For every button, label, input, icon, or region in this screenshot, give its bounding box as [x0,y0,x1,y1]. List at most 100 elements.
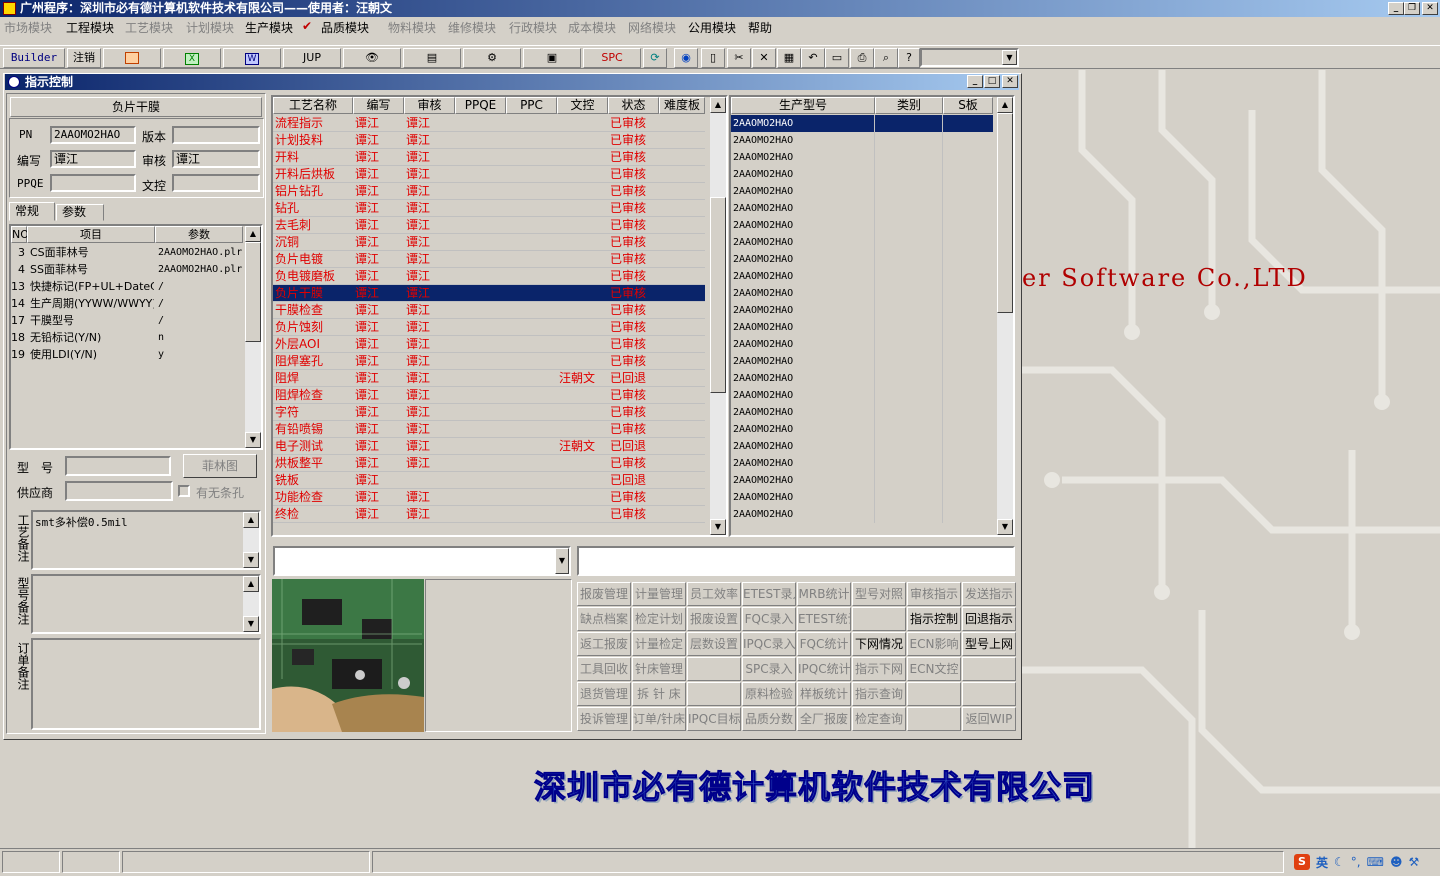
process-note-scrollbar[interactable]: ▲ ▼ [243,512,259,568]
model-row[interactable]: 2AAOMO2HAO [731,319,993,336]
function-button-3-5[interactable]: 指示下网 [852,657,906,681]
process-row[interactable]: 负片蚀刻 谭江 谭江 已审核 [273,319,705,336]
word-icon[interactable]: W [223,48,281,68]
function-button-1-3[interactable]: FQC录入 [742,607,796,631]
model-header-1[interactable]: 类别 [875,97,943,114]
function-button-1-5[interactable] [852,607,906,631]
process-row[interactable]: 计划投料 谭江 谭江 已审核 [273,132,705,149]
undo-icon[interactable]: ↶ [801,48,825,68]
process-row[interactable]: 有铅喷锡 谭江 谭江 已审核 [273,421,705,438]
function-button-5-1[interactable]: 订单/针床 [632,707,686,731]
function-button-2-3[interactable]: IPQC录入 [742,632,796,656]
param-header-2[interactable]: 参数 [155,226,243,243]
restore-button[interactable]: ❐ [1404,2,1420,15]
model-row[interactable]: 2AAOMO2HAO [731,387,993,404]
function-button-5-4[interactable]: 全厂报废 [797,707,851,731]
function-button-1-2[interactable]: 报废设置 [687,607,741,631]
chevron-down-icon[interactable]: ▼ [1002,50,1017,65]
function-button-1-1[interactable]: 检定计划 [632,607,686,631]
menu-item-8[interactable]: 行政模块 [509,19,557,36]
moon-icon[interactable]: ☾ [1334,855,1345,869]
window-minimize-button[interactable]: _ [967,75,983,88]
model-row[interactable]: 2AAOMO2HAO [731,183,993,200]
wrench-icon[interactable]: ⚒ [1408,855,1419,869]
model-row[interactable]: 2AAOMO2HAO [731,115,993,132]
function-button-2-5[interactable]: 下网情况 [852,632,906,656]
menu-item-0[interactable]: 市场模块 [4,19,52,36]
function-button-3-2[interactable] [687,657,741,681]
sogou-icon[interactable]: S [1294,854,1310,870]
menu-item-9[interactable]: 成本模块 [568,19,616,36]
function-button-2-0[interactable]: 返工报废 [577,632,631,656]
params-scrollbar[interactable]: ▲ ▼ [245,226,261,448]
function-button-5-7[interactable]: 返回WIP [962,707,1016,731]
process-header-6[interactable]: 状态 [608,97,659,114]
function-button-4-5[interactable]: 指示查询 [852,682,906,706]
scroll-thumb[interactable] [997,113,1013,313]
save-icon[interactable]: ▦ [777,48,801,68]
function-button-3-1[interactable]: 针床管理 [632,657,686,681]
param-row[interactable]: 3 CS面菲林号 2AAOMO2HAO.plr [11,244,243,261]
process-row[interactable]: 阻焊检查 谭江 谭江 已审核 [273,387,705,404]
process-row[interactable]: 电子测试 谭江 谭江 汪朝文 已回退 [273,438,705,455]
menu-item-1[interactable]: 工程模块 [66,19,114,36]
model-row[interactable]: 2AAOMO2HAO [731,421,993,438]
param-header-0[interactable]: NO [11,226,29,243]
ime-language[interactable]: 英 [1316,854,1328,871]
no-slot-checkbox[interactable] [178,485,190,497]
model-row[interactable]: 2AAOMO2HAO [731,251,993,268]
function-button-0-7[interactable]: 发送指示 [962,582,1016,606]
process-note-textarea[interactable]: smt多补偿0.5mil ▲ ▼ [31,510,261,570]
tab-params[interactable]: 参数 [56,204,104,221]
function-button-2-6[interactable]: ECN影响 [907,632,961,656]
process-header-4[interactable]: PPC [506,97,557,114]
scroll-down-button[interactable]: ▼ [245,432,261,448]
preview-icon[interactable]: ▭ [825,48,849,68]
version-field[interactable] [172,126,260,144]
find-icon[interactable]: ⌕ [874,48,898,68]
model-row[interactable]: 2AAOMO2HAO [731,285,993,302]
jup-button[interactable]: JUP [283,48,341,68]
model-row[interactable]: 2AAOMO2HAO [731,370,993,387]
menu-item-4[interactable]: 生产模块 [245,19,293,36]
process-row[interactable]: 开料 谭江 谭江 已审核 [273,149,705,166]
help-icon[interactable]: ? [898,48,920,68]
function-button-4-1[interactable]: 拆 针 床 [632,682,686,706]
function-button-4-4[interactable]: 样板统计 [797,682,851,706]
menu-item-11[interactable]: 公用模块 [688,19,736,36]
supplier-field[interactable] [65,481,173,501]
scroll-down-button[interactable]: ▼ [997,519,1013,535]
function-button-0-4[interactable]: MRB统计 [797,582,851,606]
model-row[interactable]: 2AAOMO2HAO [731,336,993,353]
logout-button[interactable]: 注销 [67,48,101,68]
menu-item-12[interactable]: 帮助 [748,19,772,36]
process-row[interactable]: 终检 谭江 谭江 已审核 [273,506,705,523]
process-dropdown[interactable]: ▼ [273,546,571,576]
function-button-1-6[interactable]: 指示控制 [907,607,961,631]
model-search-input[interactable] [577,546,1015,576]
computer-icon[interactable]: ▣ [523,48,581,68]
model-row[interactable]: 2AAOMO2HAO [731,472,993,489]
process-row[interactable]: 铣板 谭江 已回退 [273,472,705,489]
process-header-3[interactable]: PPQE [455,97,506,114]
function-button-3-3[interactable]: SPC录入 [742,657,796,681]
function-button-0-3[interactable]: ETEST录入 [742,582,796,606]
ppqe-field[interactable] [50,174,136,192]
model-row[interactable]: 2AAOMO2HAO [731,149,993,166]
param-row[interactable]: 13 快捷标记(FP+UL+DateC / [11,278,243,295]
spc-button[interactable]: SPC [583,48,641,68]
function-button-0-1[interactable]: 计量管理 [632,582,686,606]
param-row[interactable]: 14 生产周期(YYWW/WWYY) / [11,295,243,312]
model-row[interactable]: 2AAOMO2HAO [731,268,993,285]
ime-tray[interactable]: S 英 ☾ °, ⌨ ☻ ⚒ [1290,851,1438,873]
review-field[interactable]: 谭江 [172,150,260,168]
function-button-1-4[interactable]: ETEST统计 [797,607,851,631]
function-button-5-0[interactable]: 投诉管理 [577,707,631,731]
menu-item-7[interactable]: 维修模块 [448,19,496,36]
function-button-0-5[interactable]: 型号对照 [852,582,906,606]
process-row[interactable]: 负片干膜 谭江 谭江 已审核 [273,285,705,302]
function-button-5-3[interactable]: 品质分数 [742,707,796,731]
process-header-1[interactable]: 编写 [353,97,404,114]
function-button-5-5[interactable]: 检定查询 [852,707,906,731]
menu-item-2[interactable]: 工艺模块 [125,19,173,36]
